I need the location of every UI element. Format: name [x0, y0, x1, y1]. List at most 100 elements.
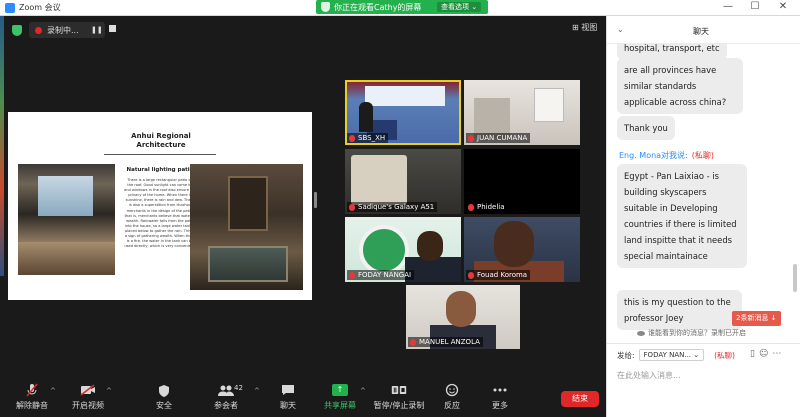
- unmute-label: 解除静音: [16, 401, 48, 410]
- shared-slide: Anhui Regional Architecture Natural ligh…: [8, 112, 312, 300]
- chat-divider: [607, 343, 800, 344]
- patio-floor: [18, 242, 115, 275]
- participant-face: [446, 291, 476, 327]
- participant-name: Fouad Koroma: [477, 271, 528, 279]
- share-banner-text: 你正在观看Cathy的屏幕: [334, 2, 422, 12]
- participant-name: FODAY NANGAI: [358, 271, 412, 279]
- private-tag: (私聊): [691, 151, 715, 160]
- chat-title: 聊天: [693, 27, 709, 36]
- chat-more-icon[interactable]: ⋯: [772, 349, 785, 359]
- screen-share-banner: 你正在观看Cathy的屏幕 查看选项 ⌄: [316, 0, 488, 14]
- recipient-private-tag: (私聊): [714, 350, 735, 360]
- recording-label: 录制中...: [47, 25, 79, 35]
- reactions-label: 反应: [444, 401, 460, 410]
- visibility-icon: [637, 330, 645, 336]
- mic-muted-icon: [349, 271, 355, 279]
- mic-muted-icon: [468, 134, 474, 142]
- video-tile[interactable]: JUAN CUMANA: [464, 80, 580, 145]
- mic-muted-icon: [349, 134, 355, 142]
- smiley-plus-icon: [444, 383, 460, 397]
- participant-name-tag: Fouad Koroma: [466, 270, 531, 280]
- audio-options-caret-icon[interactable]: ^: [50, 387, 56, 395]
- new-messages-button[interactable]: 2条新消息 ↓: [732, 311, 781, 326]
- start-video-label: 开启视频: [72, 401, 104, 410]
- encryption-shield-icon[interactable]: [12, 25, 22, 36]
- view-button[interactable]: ⊞ 视图: [572, 22, 597, 33]
- share-screen-icon: ↑: [332, 383, 348, 397]
- maximize-button[interactable]: ☐: [745, 1, 765, 12]
- participants-button[interactable]: 参会者: [198, 383, 254, 411]
- recipient-label: 发给:: [617, 350, 635, 360]
- participant-face: [417, 231, 443, 261]
- recording-dot-icon: [35, 26, 42, 34]
- stage-banner: [365, 86, 445, 106]
- participants-caret-icon[interactable]: ^: [254, 387, 260, 395]
- file-attach-icon[interactable]: ▯: [750, 349, 759, 359]
- collapse-chat-icon[interactable]: ⌄: [617, 25, 624, 34]
- chat-message-input[interactable]: [617, 368, 793, 382]
- chat-bubble-icon: [280, 383, 296, 397]
- room-cabinet: [474, 98, 510, 138]
- chat-panel: ⌄ 聊天 hospital, transport, etc are all pr…: [606, 16, 800, 417]
- more-button[interactable]: 更多: [472, 383, 528, 411]
- video-tile[interactable]: FODAY NANGAI: [345, 217, 461, 282]
- window-title: Zoom 会议: [19, 3, 61, 12]
- video-options-caret-icon[interactable]: ^: [106, 387, 112, 395]
- minimize-button[interactable]: —: [718, 1, 738, 12]
- pause-stop-icon: [391, 383, 407, 397]
- pause-stop-recording-label: 暂停/停止录制: [373, 401, 425, 410]
- pause-recording-icon[interactable]: ❚❚: [91, 26, 103, 34]
- security-button[interactable]: 安全: [136, 383, 192, 411]
- patio-skylight: [38, 176, 93, 216]
- video-tile[interactable]: Sadique's Galaxy A51: [345, 149, 461, 214]
- mic-muted-icon: [349, 203, 355, 211]
- video-tile[interactable]: Phidelia: [464, 149, 580, 214]
- chat-button[interactable]: 聊天: [260, 383, 316, 411]
- more-dots-icon: [492, 383, 508, 397]
- view-options-button[interactable]: 查看选项 ⌄: [437, 2, 482, 12]
- participant-name-tag: FODAY NANGAI: [347, 270, 415, 280]
- panel-splitter-handle[interactable]: [314, 192, 317, 208]
- slide-photo-patio: [18, 164, 115, 275]
- participant-name: Sadique's Galaxy A51: [358, 203, 435, 211]
- title-bar: Zoom 会议 你正在观看Cathy的屏幕 查看选项 ⌄ — ☐ ✕: [0, 0, 800, 16]
- video-tile[interactable]: MANUEL ANZOLA: [406, 285, 520, 349]
- slide-body-text: There is a large rectangular patio on th…: [124, 178, 196, 249]
- share-options-caret-icon[interactable]: ^: [360, 387, 366, 395]
- video-tile[interactable]: Fouad Koroma: [464, 217, 580, 282]
- stop-recording-icon[interactable]: [109, 25, 116, 32]
- participants-icon: [218, 383, 234, 397]
- chat-scrollbar[interactable]: [793, 264, 797, 292]
- courtyard-door: [228, 176, 268, 231]
- share-shield-icon: [321, 2, 330, 12]
- recording-notice-text: 谁能看到你的消息？录制已开启: [648, 329, 746, 337]
- chat-sender: Eng. Mona对我说: (私聊): [619, 150, 714, 161]
- recipient-select[interactable]: FODAY NAN... ⌄: [638, 349, 705, 361]
- recording-notice[interactable]: 谁能看到你的消息？录制已开启: [637, 328, 746, 338]
- slide-title-underline: [104, 154, 216, 155]
- organization-logo: [359, 225, 409, 275]
- participants-label: 参会者: [214, 401, 238, 410]
- chat-message: this is my question to the professor Joe…: [617, 290, 742, 330]
- desktop-edge: [0, 16, 4, 276]
- participant-face: [494, 221, 534, 267]
- zoom-app-icon: [5, 3, 15, 13]
- courtyard-water-tank: [208, 246, 288, 282]
- more-label: 更多: [492, 401, 508, 410]
- chat-message-list[interactable]: hospital, transport, etc are all provinc…: [607, 44, 800, 346]
- mic-muted-icon: [410, 338, 416, 346]
- pause-stop-recording-button[interactable]: 暂停/停止录制: [370, 383, 428, 411]
- chat-message: Egypt - Pan Laixiao - is building skysca…: [617, 164, 747, 268]
- mic-muted-icon: [468, 203, 474, 211]
- participant-name-tag: Phidelia: [466, 202, 508, 212]
- room-window: [534, 88, 564, 122]
- recording-indicator: 录制中... ❚❚: [29, 22, 116, 38]
- close-button[interactable]: ✕: [773, 1, 793, 12]
- video-tile[interactable]: SBS_XH: [345, 80, 461, 145]
- chat-message: are all provinces have similar standards…: [617, 58, 743, 114]
- security-shield-icon: [156, 383, 172, 397]
- emoji-icon[interactable]: ☺: [759, 349, 772, 359]
- end-meeting-button[interactable]: 结束: [561, 391, 599, 407]
- share-screen-label: 共享屏幕: [324, 401, 356, 410]
- video-off-icon: [80, 383, 96, 397]
